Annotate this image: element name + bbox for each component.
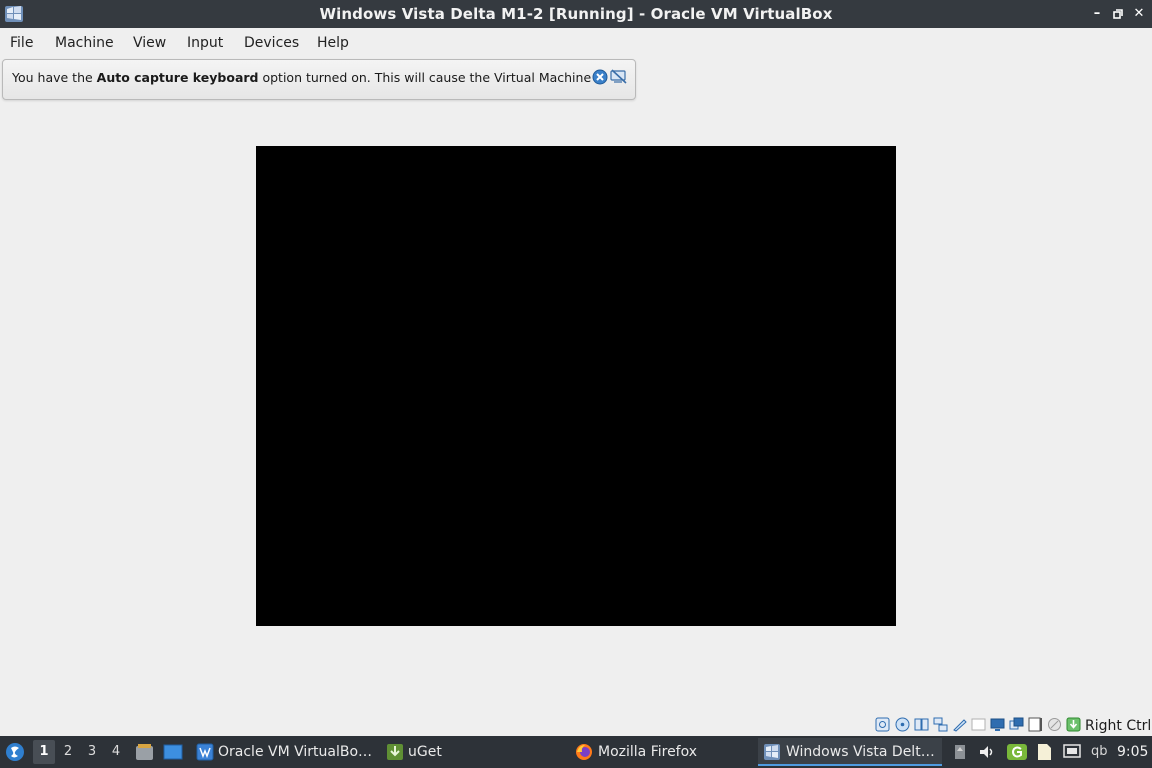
menu-file[interactable]: File bbox=[10, 33, 33, 53]
start-menu-icon[interactable] bbox=[5, 742, 25, 762]
task-label: Windows Vista Delt… bbox=[786, 744, 935, 760]
window-titlebar: Windows Vista Delta M1-2 [Running] - Ora… bbox=[0, 0, 1152, 28]
keyboard-capture-icon[interactable] bbox=[1066, 717, 1081, 732]
task-uget[interactable]: uGet bbox=[383, 738, 563, 766]
vm-display[interactable] bbox=[256, 146, 896, 626]
notice-close-icon[interactable] bbox=[592, 69, 608, 85]
restore-icon bbox=[1113, 9, 1123, 19]
restore-button[interactable] bbox=[1107, 0, 1129, 28]
host-key-label: Right Ctrl bbox=[1085, 718, 1152, 734]
desktop-3[interactable]: 3 bbox=[81, 740, 103, 764]
file-manager-icon[interactable] bbox=[135, 743, 154, 761]
menu-devices[interactable]: Devices bbox=[244, 33, 299, 53]
clipboard-tray-icon[interactable] bbox=[951, 743, 969, 761]
menu-view[interactable]: View bbox=[133, 33, 166, 53]
desktop-2[interactable]: 2 bbox=[57, 740, 79, 764]
clock[interactable]: 9:05 bbox=[1117, 736, 1148, 768]
shared-folders-icon[interactable] bbox=[971, 717, 986, 732]
display-icon[interactable] bbox=[990, 717, 1005, 732]
keyboard-capture-notice: You have the Auto capture keyboard optio… bbox=[2, 59, 636, 100]
menu-machine[interactable]: Machine bbox=[55, 33, 114, 53]
minimize-button[interactable]: – bbox=[1086, 0, 1108, 28]
task-vista-vm[interactable]: Windows Vista Delt… bbox=[758, 738, 942, 766]
desktop-1[interactable]: 1 bbox=[33, 740, 55, 764]
notice-suppress-icon[interactable] bbox=[610, 69, 628, 85]
notice-text-bold: Auto capture keyboard bbox=[96, 70, 259, 85]
notes-tray-icon[interactable] bbox=[1035, 743, 1053, 761]
audio-icon[interactable] bbox=[914, 717, 929, 732]
menu-input[interactable]: Input bbox=[187, 33, 223, 53]
desktop-4[interactable]: 4 bbox=[105, 740, 127, 764]
volume-icon[interactable] bbox=[978, 743, 996, 761]
task-label: uGet bbox=[408, 744, 442, 760]
menu-help[interactable]: Help bbox=[317, 33, 349, 53]
network-icon[interactable] bbox=[933, 717, 948, 732]
firefox-icon bbox=[576, 744, 592, 760]
status-bar: Right Ctrl bbox=[0, 714, 1152, 736]
notice-text-before: You have the bbox=[12, 70, 97, 85]
menu-bar: File Machine View Input Devices Help bbox=[0, 28, 1152, 58]
mouse-integration-icon[interactable] bbox=[1047, 717, 1062, 732]
show-desktop-icon[interactable] bbox=[163, 743, 183, 761]
close-button[interactable]: ✕ bbox=[1128, 0, 1150, 28]
optical-drive-icon[interactable] bbox=[895, 717, 910, 732]
vista-vm-icon bbox=[764, 744, 780, 760]
notice-message: You have the Auto capture keyboard optio… bbox=[12, 70, 608, 85]
task-firefox[interactable]: Mozilla Firefox bbox=[573, 738, 753, 766]
hard-disk-icon[interactable] bbox=[875, 717, 890, 732]
taskbar: 1 2 3 4 Oracle VM VirtualBo… uGet Mozill… bbox=[0, 736, 1152, 768]
virtualbox-icon bbox=[196, 743, 214, 761]
task-label: Oracle VM VirtualBo… bbox=[218, 744, 373, 760]
vt-x-icon[interactable] bbox=[1028, 717, 1043, 732]
task-label: Mozilla Firefox bbox=[598, 744, 698, 760]
notice-text-after: option turned on. This will cause the Vi… bbox=[258, 70, 608, 85]
qbittorrent-tray-label[interactable]: qb bbox=[1091, 736, 1108, 768]
window-title: Windows Vista Delta M1-2 [Running] - Ora… bbox=[319, 5, 833, 23]
uget-icon bbox=[387, 744, 403, 760]
usb-icon[interactable] bbox=[952, 717, 967, 732]
recording-icon[interactable] bbox=[1009, 717, 1024, 732]
task-virtualbox-manager[interactable]: Oracle VM VirtualBo… bbox=[193, 738, 373, 766]
uget-tray-icon[interactable] bbox=[1006, 743, 1028, 761]
network-tray-icon[interactable] bbox=[1062, 743, 1082, 761]
